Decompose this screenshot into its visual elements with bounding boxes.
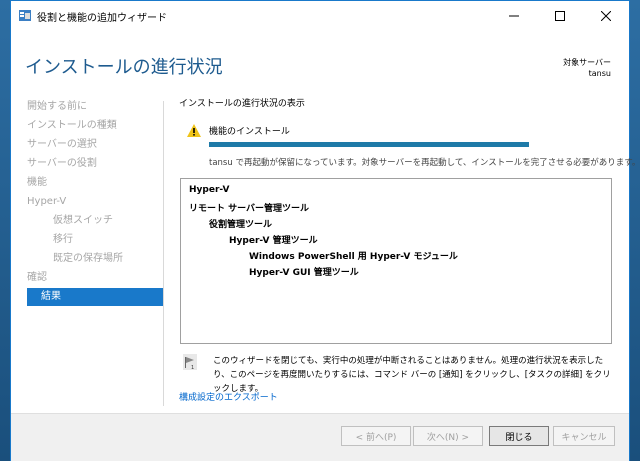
- sidebar-item-server-roles[interactable]: サーバーの役割: [27, 155, 163, 173]
- maximize-button[interactable]: [537, 1, 583, 31]
- maximize-icon: [555, 11, 565, 21]
- close-icon: [601, 11, 611, 21]
- close-window-button[interactable]: [583, 1, 629, 31]
- wizard-window: 役割と機能の追加ウィザード インストールの進行状況 対象サーバー tansu 開…: [10, 0, 640, 461]
- sidebar-item-migration[interactable]: 移行: [53, 231, 189, 249]
- desktop-background-left: [0, 0, 10, 461]
- feature-item-hyper-v-mgmt-tools: Hyper-V 管理ツール: [229, 236, 318, 246]
- section-title: インストールの進行状況の表示: [179, 99, 305, 109]
- sidebar-item-confirmation[interactable]: 確認: [27, 269, 163, 287]
- installed-features-list[interactable]: Hyper-V リモート サーバー管理ツール 役割管理ツール Hyper-V 管…: [180, 178, 612, 344]
- restart-pending-message: tansu で再起動が保留になっています。対象サーバーを再起動して、インストール…: [209, 158, 640, 168]
- warning-icon: [187, 124, 201, 137]
- server-manager-icon: [19, 10, 31, 21]
- sidebar-item-virtual-switches[interactable]: 仮想スイッチ: [53, 212, 189, 230]
- sidebar-item-hyper-v[interactable]: Hyper-V: [27, 193, 163, 211]
- sidebar-item-default-stores[interactable]: 既定の保存場所: [53, 250, 189, 268]
- close-button[interactable]: 閉じる: [489, 426, 549, 446]
- cancel-button[interactable]: キャンセル: [553, 426, 615, 446]
- feature-item-role-admin-tools: 役割管理ツール: [209, 220, 273, 230]
- install-status-label: 機能のインストール: [209, 127, 290, 137]
- notification-flag-icon: 1: [183, 354, 197, 370]
- target-server-label: 対象サーバー: [563, 58, 611, 67]
- minimize-icon: [509, 15, 519, 17]
- page-title: インストールの進行状況: [25, 57, 223, 78]
- feature-item-rsat: リモート サーバー管理ツール: [189, 204, 310, 214]
- sidebar-item-server-selection[interactable]: サーバーの選択: [27, 136, 163, 154]
- title-bar[interactable]: 役割と機能の追加ウィザード: [11, 1, 629, 31]
- svg-text:1: 1: [191, 365, 194, 370]
- previous-button[interactable]: < 前へ(P): [341, 426, 411, 446]
- sidebar-item-before-you-begin[interactable]: 開始する前に: [27, 98, 163, 116]
- install-progress-fill: [209, 142, 529, 147]
- feature-item-powershell-module: Windows PowerShell 用 Hyper-V モジュール: [249, 252, 458, 262]
- sidebar-item-results[interactable]: 結果: [27, 288, 163, 306]
- wizard-footer: < 前へ(P) 次へ(N) > 閉じる キャンセル: [11, 413, 629, 461]
- minimize-button[interactable]: [491, 1, 537, 31]
- next-button[interactable]: 次へ(N) >: [413, 426, 483, 446]
- sidebar-item-features[interactable]: 機能: [27, 174, 163, 192]
- wizard-sidebar: 開始する前に インストールの種類 サーバーの選択 サーバーの役割 機能 Hype…: [11, 86, 163, 416]
- feature-item-gui-mgmt-tools: Hyper-V GUI 管理ツール: [249, 268, 359, 278]
- feature-item-hyper-v: Hyper-V: [189, 185, 230, 195]
- window-title: 役割と機能の追加ウィザード: [37, 13, 167, 24]
- desktop-background-right: [630, 0, 640, 461]
- sidebar-item-installation-type[interactable]: インストールの種類: [27, 117, 163, 135]
- sidebar-divider: [163, 101, 164, 406]
- export-configuration-link[interactable]: 構成設定のエクスポート: [179, 390, 278, 403]
- install-progress-bar: [209, 142, 529, 147]
- target-server-name: tansu: [588, 69, 611, 78]
- wizard-header: インストールの進行状況 対象サーバー tansu: [11, 31, 629, 86]
